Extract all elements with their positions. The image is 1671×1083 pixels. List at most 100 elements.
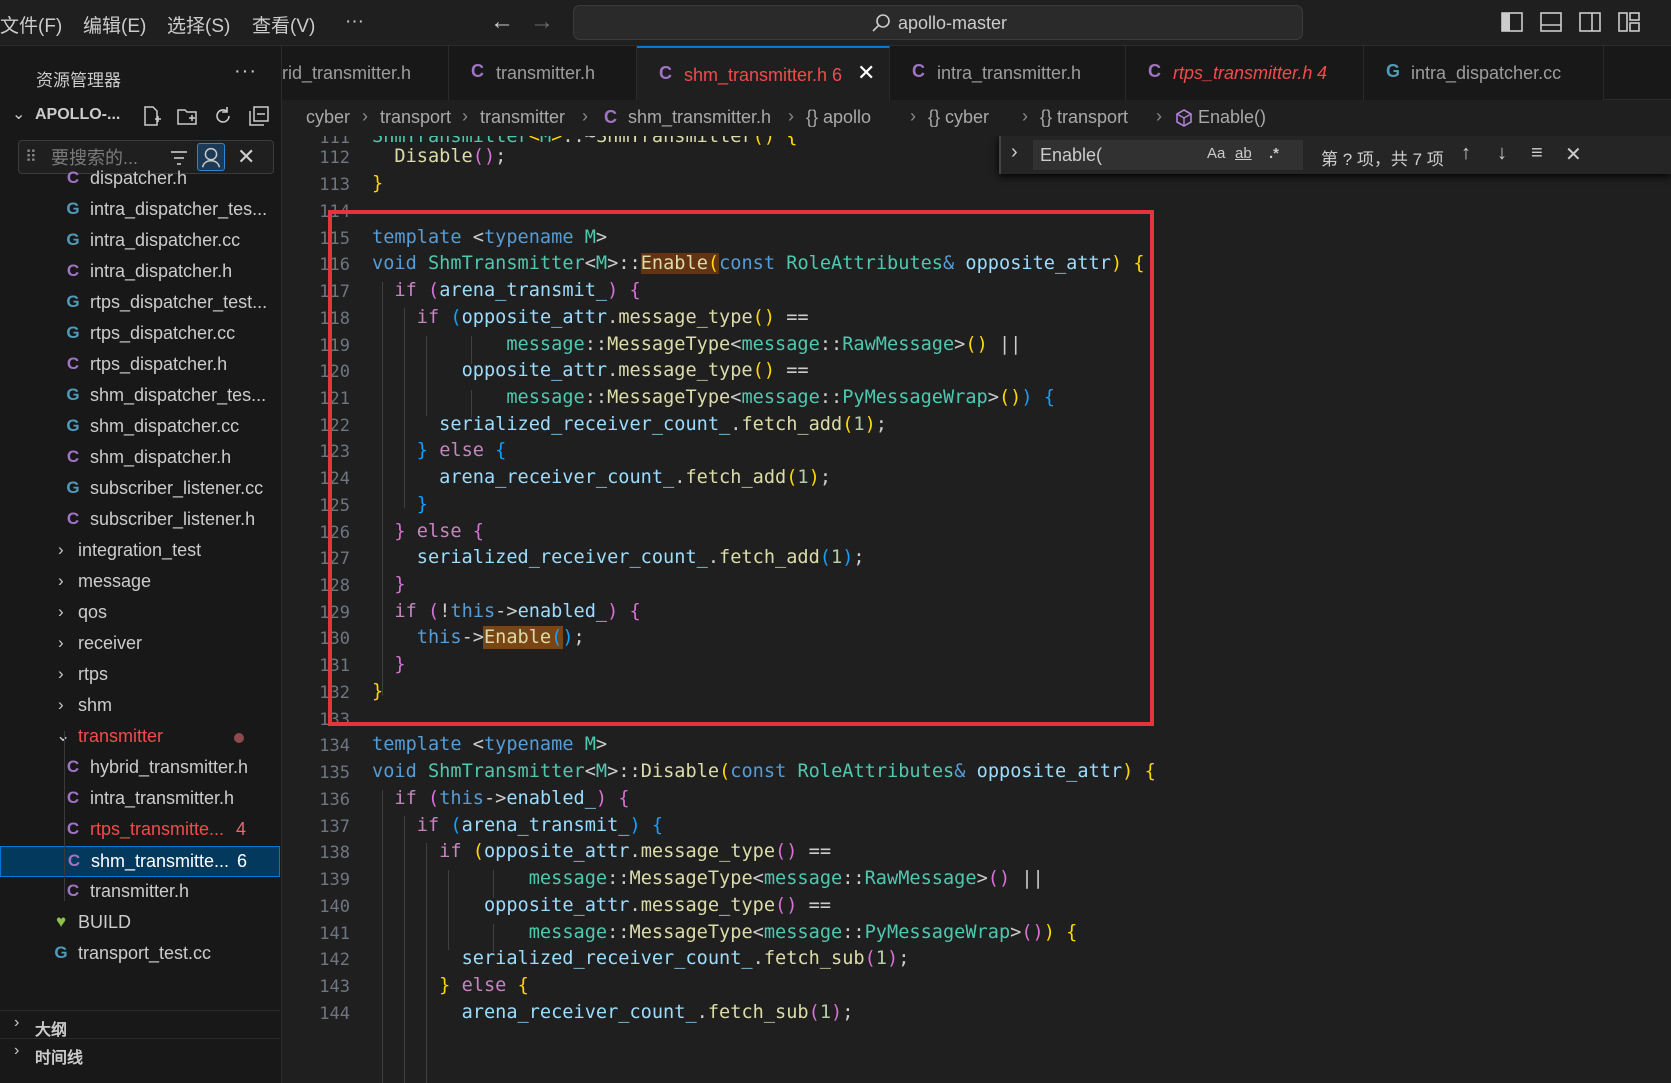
breadcrumb-item[interactable]: Enable() [1198,107,1266,128]
menu-selection[interactable]: 选择(S) [167,11,230,38]
file-name: intra_dispatcher.cc [90,230,241,250]
menu-file[interactable]: 文件(F) [0,11,62,38]
code-editor[interactable]: 111 112 113 114 115 116 117 118 119 120 121 122 123 1… [282,136,1671,1083]
tree-folder-row[interactable]: › shm [0,691,280,722]
code-line: } [372,173,384,194]
chevron-right-icon: › [910,106,916,126]
command-center[interactable]: apollo-master [573,5,1303,40]
breadcrumb-item[interactable]: shm_transmitter.h [628,107,771,128]
chevron-right-icon: › [788,106,794,126]
explorer-more-button[interactable]: ··· [234,60,257,83]
c-file-icon: C [1148,61,1161,81]
tree-file-row[interactable]: Crtps_transmitte... 4 [0,815,280,846]
whole-word-toggle[interactable]: ab [1235,145,1252,162]
previous-match-icon[interactable]: ↑ [1461,142,1471,165]
breadcrumb-item[interactable]: cyber [306,107,350,128]
chevron-right-icon: › [462,106,468,126]
toggle-primary-sidebar-icon[interactable] [1500,11,1524,33]
tree-folder-row[interactable]: › qos [0,598,280,629]
tree-folder-row[interactable]: › integration_test [0,536,280,567]
breadcrumb-item[interactable]: {} transport [1040,107,1128,128]
cpp-file-icon: G [66,230,80,249]
chevron-right-icon[interactable]: › [1011,141,1018,164]
find-in-selection-icon[interactable]: ≡ [1531,142,1543,165]
match-case-toggle[interactable]: Aa [1207,145,1225,162]
tree-file-row[interactable]: Csubscriber_listener.h [0,505,280,536]
tree-file-row[interactable]: Gsubscriber_listener.cc [0,474,280,505]
code-line: message::MessageType<message::PyMessageW… [528,922,1078,943]
line-number: 138 [319,843,350,863]
breadcrumb-item[interactable]: transmitter [480,107,565,128]
tree-file-row[interactable]: Gshm_dispatcher.cc [0,412,280,443]
file-name: intra_dispatcher.h [90,261,233,281]
close-icon[interactable]: ✕ [857,60,875,86]
section-outline[interactable]: › 大纲 [0,1010,280,1039]
tab-hybrid-transmitter[interactable]: rid_transmitter.h [282,46,449,100]
breadcrumb-item[interactable]: {} cyber [928,107,989,128]
cpp-file-icon: G [66,416,80,435]
breadcrumb-item[interactable]: {} apollo [806,107,871,128]
c-file-icon: C [66,354,80,373]
tab-transmitter[interactable]: C transmitter.h [449,46,637,100]
project-name: APOLLO-... [35,106,121,123]
tab-intra-dispatcher[interactable]: G intra_dispatcher.cc [1364,46,1604,100]
section-timeline[interactable]: › 时间线 [0,1038,280,1067]
tree-file-row[interactable]: Grtps_dispatcher_test... [0,288,280,319]
menu-edit[interactable]: 编辑(E) [83,11,146,38]
toggle-panel-icon[interactable] [1539,11,1563,33]
menu-view[interactable]: 查看(V) [252,11,315,38]
close-icon[interactable]: ✕ [1565,142,1582,167]
tree-file-row[interactable]: Crtps_dispatcher.h [0,350,280,381]
toggle-secondary-sidebar-icon[interactable] [1578,11,1602,33]
tree-file-row[interactable]: Grtps_dispatcher.cc [0,319,280,350]
tab-label: transmitter.h [496,63,596,83]
next-match-icon[interactable]: ↓ [1497,142,1507,165]
code-line: void ShmTransmitter<M>::Disable(const Ro… [372,761,1156,782]
tab-rtps-transmitter[interactable]: C rtps_transmitter.h 4 [1126,46,1364,100]
line-number: 141 [319,924,350,944]
file-name: intra_transmitter.h [90,788,235,808]
find-input[interactable] [1033,140,1303,170]
collapse-all-icon[interactable] [248,105,270,127]
tree-folder-transmitter[interactable]: ⌄transmitter [0,722,280,753]
tab-shm-transmitter[interactable]: C shm_transmitter.h 6 ✕ [637,46,890,100]
forward-arrow-icon[interactable]: → [530,8,554,36]
tree-folder-row[interactable]: › rtps [0,660,280,691]
c-file-icon: C [67,851,81,870]
code-line: message::MessageType<message::RawMessage… [528,868,1044,889]
tree-file-row[interactable]: Ctransmitter.h [0,877,280,908]
line-number: 112 [319,148,350,168]
tree-file-row[interactable]: Gtransport_test.cc [0,939,280,970]
new-file-icon[interactable] [140,105,162,127]
tree-file-row[interactable]: Cintra_dispatcher.h [0,257,280,288]
tree-file-row[interactable]: Cintra_transmitter.h [0,784,280,815]
customize-layout-icon[interactable] [1617,11,1641,33]
tree-file-row[interactable]: Cshm_dispatcher.h [0,443,280,474]
tree-file-row[interactable]: Gintra_dispatcher.cc [0,226,280,257]
menu-more[interactable]: ··· [345,11,364,33]
folder-name: transmitter [78,726,164,746]
tree-folder-row[interactable]: › receiver [0,629,280,660]
code-line: template <typename M> [372,734,608,755]
code-line: } else { [439,975,529,996]
tree-folder-row[interactable]: › message [0,567,280,598]
line-number: 144 [319,1004,350,1024]
c-file-icon: C [66,819,80,838]
tab-intra-transmitter[interactable]: C intra_transmitter.h [890,46,1126,100]
tree-file-build[interactable]: ♥ BUILD [0,908,280,939]
tree-file-row[interactable]: Gshm_dispatcher_tes... [0,381,280,412]
regex-toggle[interactable]: .* [1269,145,1279,162]
chevron-right-icon: › [58,695,64,714]
refresh-icon[interactable] [212,105,234,127]
tree-file-row[interactable]: Chybrid_transmitter.h [0,753,280,784]
tree-file-row[interactable]: Cdispatcher.h [0,164,280,195]
new-folder-icon[interactable] [176,105,198,127]
back-arrow-icon[interactable]: ← [490,8,514,36]
cpp-file-icon: G [66,292,80,311]
folder-name: shm [78,695,113,715]
breadcrumb-item[interactable]: transport [380,107,451,128]
project-root-row[interactable]: ⌄ APOLLO-... [0,102,282,130]
file-name: BUILD [78,912,132,932]
tree-file-row[interactable]: Cshm_transmitte... 6 [0,846,280,877]
tree-file-row[interactable]: Gintra_dispatcher_tes... [0,195,280,226]
